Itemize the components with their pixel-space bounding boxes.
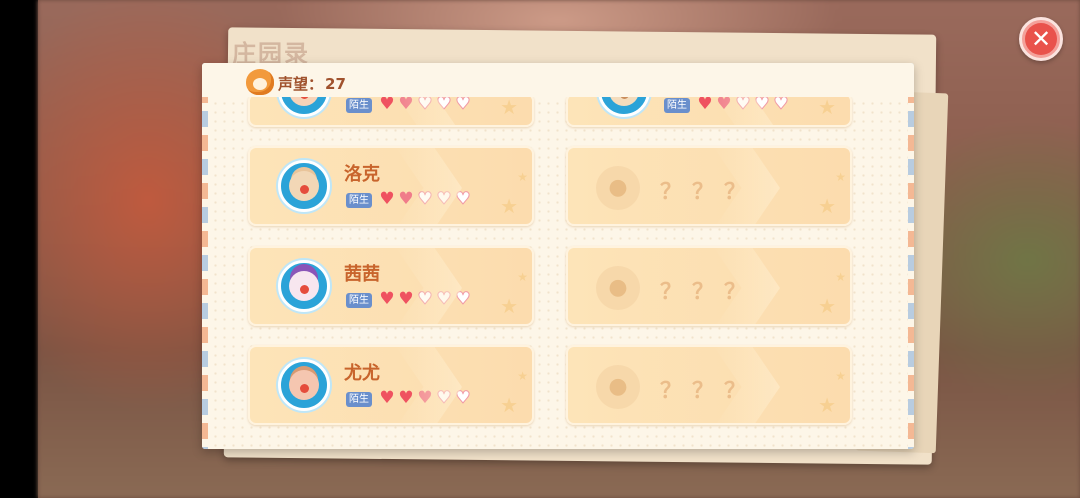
character-card-xixi[interactable]: 茜茜 陌生 ♥ ♥ ♥ ♥ ♥ ★ ★ [248,246,534,326]
star-small-icon: ★ [517,369,528,383]
reputation-display: 声望： 27 [278,73,346,94]
character-card-partial-2[interactable]: 陌生 ♥ ♥ ♥ ♥ ♥ ★ [566,93,852,127]
star-small-icon: ★ [835,369,846,383]
star-icon: ★ [500,294,518,318]
star-small-icon: ★ [517,170,528,184]
star-icon: ★ [818,95,836,119]
locked-paw-icon: ● [596,365,640,409]
heart-empty-icon: ♥ [773,94,789,114]
locked-paw-icon: ● [596,166,640,210]
close-icon: ✕ [1025,23,1057,55]
relation-badge: 陌生 [346,392,372,407]
heart-full-icon: ♥ [379,289,395,309]
reputation-bar: 声望： 27 [202,63,914,97]
character-card-partial-1[interactable]: 陌生 ♥ ♥ ♥ ♥ ♥ ★ [248,93,534,127]
character-avatar-xixi [278,260,330,312]
heart-full-icon: ♥ [379,94,395,114]
character-card-locked-2[interactable]: ● ？？？ ★ ★ [566,246,852,326]
character-name: 茜茜 [344,264,380,285]
character-avatar-rock [278,160,330,212]
envelope-stripe-left [202,63,208,449]
reputation-label: 声望： [278,75,324,93]
relation-badge: 陌生 [664,98,690,113]
close-button[interactable]: ✕ [1019,17,1063,61]
relation-badge: 陌生 [346,293,372,308]
heart-full-icon: ♥ [697,94,713,114]
card-chevron-decoration [392,248,462,324]
heart-full-icon: ♥ [379,388,395,408]
relation-badge: 陌生 [346,98,372,113]
card-chevron-decoration [392,148,462,224]
envelope-stripe-right [908,63,914,449]
character-list-panel: 陌生 ♥ ♥ ♥ ♥ ♥ ★ 陌生 ♥ ♥ ♥ ♥ ♥ ★ 洛克 陌生 ♥ ♥ … [202,63,914,449]
star-icon: ★ [818,294,836,318]
star-icon: ★ [500,393,518,417]
heart-empty-icon: ♥ [455,94,471,114]
star-small-icon: ★ [835,170,846,184]
star-small-icon: ★ [517,270,528,284]
star-icon: ★ [500,194,518,218]
character-card-youyou[interactable]: 尤尤 陌生 ♥ ♥ ♥ ♥ ♥ ★ ★ [248,345,534,425]
character-name: 洛克 [344,164,380,185]
left-black-bar [0,0,38,498]
heart-full-icon: ♥ [379,189,395,209]
relation-badge: 陌生 [346,193,372,208]
character-card-locked-1[interactable]: ● ？？？ ★ ★ [566,146,852,226]
character-card-rock[interactable]: 洛克 陌生 ♥ ♥ ♥ ♥ ♥ ★ ★ [248,146,534,226]
fox-reputation-icon [246,69,274,95]
character-avatar-youyou [278,359,330,411]
reputation-value: 27 [325,75,346,93]
locked-paw-icon: ● [596,266,640,310]
star-small-icon: ★ [835,270,846,284]
card-chevron-decoration [392,347,462,423]
star-icon: ★ [818,393,836,417]
star-icon: ★ [500,95,518,119]
star-icon: ★ [818,194,836,218]
character-name: 尤尤 [344,363,380,384]
character-card-locked-3[interactable]: ● ？？？ ★ ★ [566,345,852,425]
